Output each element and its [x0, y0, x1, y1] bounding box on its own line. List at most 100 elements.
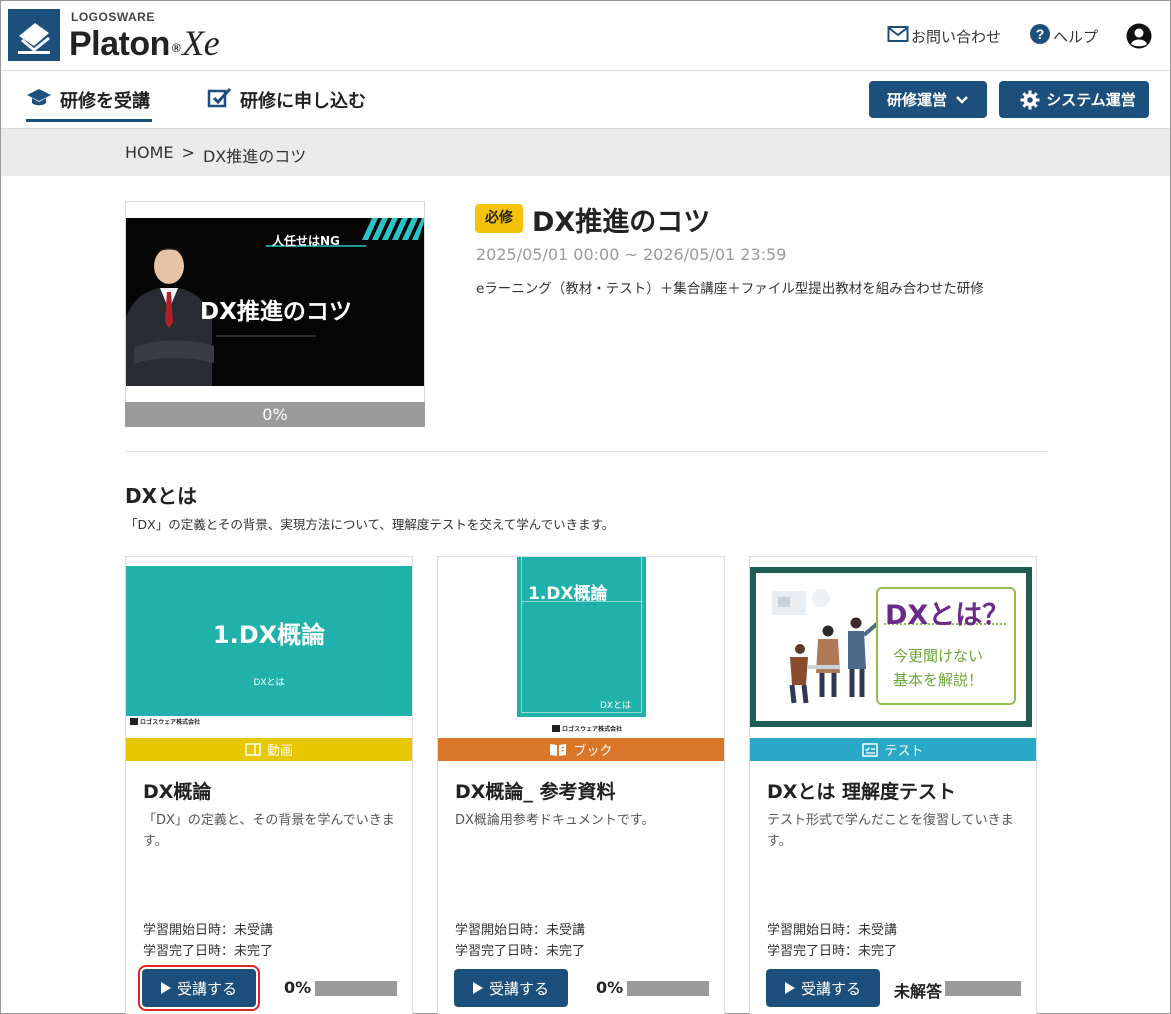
video-thumb-sub: DXとは	[253, 678, 285, 688]
course-description: eラーニング（教材・テスト）＋集合講座＋ファイル型提出教材を組み合わせた研修	[476, 281, 984, 297]
video-thumb-company: ロゴスウェア株式会社	[140, 719, 201, 726]
logo-mark-icon	[8, 9, 60, 61]
logo-xe: Xe	[182, 23, 220, 63]
nav-apply-training[interactable]: 研修に申し込む	[206, 86, 366, 114]
card-type-label: 動画	[266, 744, 293, 759]
course-thumbnail-image: 人任せはNG DX推進のコツ	[126, 218, 424, 386]
chevron-down-icon	[947, 91, 969, 109]
book-thumb-sub: DXとは	[600, 701, 632, 711]
company-logo-icon	[552, 725, 560, 732]
progress-status: 未解答	[894, 982, 943, 1001]
app-header: LOGOSWARE Platon ®Xe お問い合わせ ? ヘルプ	[1, 1, 1170, 71]
study-start-date: 学習開始日時：未受講	[767, 923, 898, 938]
progress-percent: 0%	[284, 978, 312, 997]
company-logo-icon	[130, 718, 138, 725]
user-avatar-icon[interactable]	[1126, 23, 1152, 49]
material-card-test[interactable]: DXとは？ 今更聞けない 基本を解説！ テスト DXとは 理解度テスト テスト形…	[749, 556, 1037, 1014]
start-course-label: 受講する	[488, 979, 549, 998]
book-thumb-title: 1.DX概論	[528, 584, 608, 604]
study-start-date: 学習開始日時：未受講	[143, 923, 274, 938]
card-thumbnail: DXとは？ 今更聞けない 基本を解説！	[750, 557, 1036, 738]
start-course-label: 受講する	[800, 979, 861, 998]
apply-icon	[206, 87, 240, 114]
logo-text: LOGOSWARE Platon ®Xe	[69, 9, 269, 64]
start-course-button[interactable]: 受講する	[766, 969, 880, 1007]
study-end-date: 学習完了日時：未完了	[767, 944, 898, 959]
card-thumbnail: 1.DX概論 DXとは ロゴスウェア株式会社	[438, 557, 724, 738]
card-meta: 学習開始日時：未受講 学習完了日時：未完了	[767, 920, 897, 962]
breadcrumb-bar: HOME > DX推進のコツ	[1, 128, 1170, 176]
course-title: DX推進のコツ	[532, 207, 711, 238]
logo-platon: Platon	[69, 25, 170, 63]
course-progress-bar: 0%	[125, 402, 425, 427]
play-icon	[160, 982, 177, 994]
study-end-date: 学習完了日時：未完了	[455, 944, 586, 959]
test-thumb-title: DXとは？	[885, 600, 1010, 631]
nav-take-training-label: 研修を受講	[60, 91, 150, 112]
course-thumbnail: 人任せはNG DX推進のコツ 0%	[125, 201, 425, 427]
book-icon	[549, 743, 573, 757]
help-link[interactable]: ? ヘルプ	[1029, 23, 1098, 49]
start-course-label: 受講する	[176, 979, 237, 998]
play-icon	[472, 982, 489, 994]
course-period: 2025/05/01 00:00 ~ 2026/05/01 23:59	[476, 245, 787, 264]
training-ops-button[interactable]: 研修運営	[869, 81, 987, 118]
material-card-video[interactable]: 1.DX概論 DXとは ロゴスウェア株式会社 動画 DX概論 「DX」の定義と、…	[125, 556, 413, 1014]
breadcrumb: HOME > DX推進のコツ	[125, 143, 306, 167]
section-description: 「DX」の定義とその背景、実現方法について、理解度テストを交えて学んでいきます。	[125, 517, 615, 532]
progress-bar	[627, 981, 709, 996]
book-thumb-company: ロゴスウェア株式会社	[562, 726, 623, 733]
progress-bar	[315, 981, 397, 996]
gear-icon	[1012, 90, 1040, 110]
card-thumbnail: 1.DX概論 DXとは ロゴスウェア株式会社	[126, 557, 412, 738]
card-type-label: ブック	[573, 744, 613, 759]
training-ops-label: 研修運営	[886, 91, 947, 109]
card-description: 「DX」の定義と、その背景を学んでいきます。	[143, 813, 395, 849]
play-icon	[784, 982, 801, 994]
thumb-title: DX推進のコツ	[200, 299, 352, 325]
card-type-label: テスト	[884, 744, 924, 759]
progress-percent: 0%	[596, 978, 624, 997]
card-title: DXとは 理解度テスト	[767, 781, 957, 803]
logo-big-text: Platon ®Xe	[69, 22, 220, 64]
header-actions: お問い合わせ ? ヘルプ	[887, 23, 1152, 49]
card-type-book: ブック	[438, 738, 724, 761]
card-title: DX概論_ 参考資料	[455, 781, 616, 803]
section-title: DXとは	[125, 484, 198, 508]
video-thumb-title: 1.DX概論	[212, 621, 326, 649]
contact-link[interactable]: お問い合わせ	[887, 25, 1001, 47]
card-type-test: テスト	[750, 738, 1036, 761]
card-title: DX概論	[143, 781, 212, 803]
test-icon	[862, 742, 884, 757]
card-meta: 学習開始日時：未受講 学習完了日時：未完了	[143, 920, 273, 962]
study-end-date: 学習完了日時：未完了	[143, 944, 274, 959]
people-illustration	[772, 589, 880, 704]
video-icon	[245, 743, 267, 756]
card-type-video: 動画	[126, 738, 412, 761]
contact-label: お問い合わせ	[910, 27, 1001, 46]
progress-bar	[945, 981, 1021, 996]
card-description: テスト形式で学んだことを復習していきます。	[767, 813, 1014, 849]
system-ops-label: システム運営	[1046, 91, 1136, 109]
help-label: ヘルプ	[1052, 27, 1098, 46]
graduation-cap-icon	[26, 87, 60, 114]
card-description: DX概論用参考ドキュメントです。	[455, 813, 655, 828]
start-course-button[interactable]: 受講する	[454, 969, 568, 1007]
platon-logo[interactable]: LOGOSWARE Platon ®Xe	[8, 9, 269, 64]
logo-reg: ®	[171, 41, 181, 55]
breadcrumb-home[interactable]: HOME	[125, 143, 174, 167]
thumb-caption: 人任せはNG	[272, 234, 340, 248]
nav-apply-training-label: 研修に申し込む	[240, 91, 366, 112]
main-nav: 研修を受講 研修に申し込む 研修運営 システム運営	[1, 72, 1170, 128]
start-course-button[interactable]: 受講する	[138, 965, 260, 1011]
system-ops-button[interactable]: システム運営	[999, 81, 1149, 118]
card-meta: 学習開始日時：未受講 学習完了日時：未完了	[455, 920, 585, 962]
test-thumb-line1: 今更聞けない	[893, 647, 984, 665]
material-card-book[interactable]: 1.DX概論 DXとは ロゴスウェア株式会社 ブック DX概論_ 参考資料 DX…	[437, 556, 725, 1014]
nav-take-training[interactable]: 研修を受講	[26, 86, 152, 122]
test-thumb-line2: 基本を解説！	[893, 671, 984, 689]
breadcrumb-separator: >	[181, 143, 195, 162]
svg-text:?: ?	[1036, 26, 1045, 42]
help-icon: ?	[1029, 23, 1053, 49]
required-badge: 必修	[475, 204, 523, 233]
